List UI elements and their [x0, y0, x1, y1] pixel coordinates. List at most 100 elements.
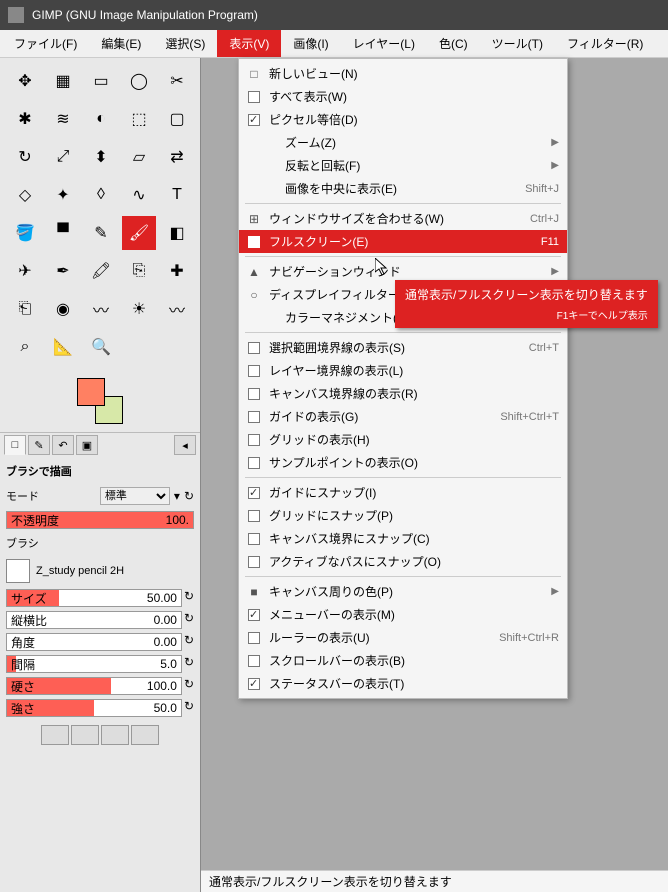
mypaint-icon[interactable]: 🖍 [84, 254, 118, 288]
move-icon[interactable]: ✥ [8, 64, 42, 98]
menu-item-label: メニューバーの表示(M) [263, 606, 559, 623]
paintbrush-icon[interactable]: 🖌 [122, 216, 156, 250]
text-icon[interactable]: T [160, 178, 194, 212]
dodge-icon[interactable]: ☀ [122, 292, 156, 326]
tab-tool-options[interactable]: □ [4, 435, 26, 455]
menu-item-16[interactable]: キャンバス境界線の表示(R) [239, 382, 567, 405]
clone-icon[interactable]: ⎘ [122, 254, 156, 288]
blur-icon[interactable]: ◉ [46, 292, 80, 326]
bucket-icon[interactable]: 🪣 [8, 216, 42, 250]
menu-1[interactable]: 編集(E) [89, 30, 153, 57]
menu-item-5[interactable]: 画像を中央に表示(E)Shift+J [239, 177, 567, 200]
menu-item-4[interactable]: 反転と回転(F)▶ [239, 154, 567, 177]
opacity-slider[interactable]: 不透明度 100. [6, 511, 194, 529]
menu-item-24[interactable]: アクティブなパスにスナップ(O) [239, 550, 567, 573]
tab-images[interactable]: ▣ [76, 435, 98, 455]
menu-item-3[interactable]: ズーム(Z)▶ [239, 131, 567, 154]
color-select-icon[interactable]: ⬚ [122, 102, 156, 136]
delete-preset-icon[interactable] [101, 725, 129, 745]
path-icon[interactable]: 〰 [160, 292, 194, 326]
crop-icon[interactable]: ▢ [160, 102, 194, 136]
angle-reset-icon[interactable]: ↻ [184, 633, 194, 651]
measure-icon[interactable]: 📐 [46, 330, 80, 364]
menu-3[interactable]: 表示(V) [217, 30, 281, 57]
rect-select-icon[interactable]: ▭ [84, 64, 118, 98]
reset-all-icon[interactable] [131, 725, 159, 745]
warp-icon[interactable]: ∿ [122, 178, 156, 212]
menu-item-23[interactable]: キャンバス境界にスナップ(C) [239, 527, 567, 550]
menu-5[interactable]: レイヤー(L) [341, 30, 427, 57]
menu-item-17[interactable]: ガイドの表示(G)Shift+Ctrl+T [239, 405, 567, 428]
menu-item-8[interactable]: フルスクリーン(E)F11 [239, 230, 567, 253]
menu-item-15[interactable]: レイヤー境界線の表示(L) [239, 359, 567, 382]
save-preset-icon[interactable] [41, 725, 69, 745]
fg-color-swatch[interactable] [77, 378, 105, 406]
scale-icon[interactable]: ⤢ [46, 140, 80, 174]
menu-item-22[interactable]: グリッドにスナップ(P) [239, 504, 567, 527]
menu-item-29[interactable]: スクロールバーの表示(B) [239, 649, 567, 672]
free-select-icon[interactable]: ✂ [160, 64, 194, 98]
mode-reset-icon[interactable]: ↻ [184, 489, 194, 503]
spacing-reset-icon[interactable]: ↻ [184, 655, 194, 673]
menu-item-30[interactable]: ステータスバーの表示(T) [239, 672, 567, 695]
menu-7[interactable]: ツール(T) [480, 30, 555, 57]
handle-transform-icon[interactable]: ✦ [46, 178, 80, 212]
brush-preview[interactable] [6, 559, 30, 583]
hardness-reset-icon[interactable]: ↻ [184, 677, 194, 695]
rotate-icon[interactable]: ↻ [8, 140, 42, 174]
menu-6[interactable]: 色(C) [427, 30, 480, 57]
ellipse-select-icon[interactable]: ◯ [122, 64, 156, 98]
airbrush-icon[interactable]: ✈ [8, 254, 42, 288]
menu-item-14[interactable]: 選択範囲境界線の表示(S)Ctrl+T [239, 336, 567, 359]
shear-icon[interactable]: ⬍ [84, 140, 118, 174]
menu-item-7[interactable]: ⊞ウィンドウサイズを合わせる(W)Ctrl+J [239, 207, 567, 230]
size-reset-icon[interactable]: ↻ [184, 589, 194, 607]
menu-8[interactable]: フィルター(R) [555, 30, 655, 57]
smudge-icon[interactable]: 〰 [84, 292, 118, 326]
gradient-icon[interactable]: ▀ [46, 216, 80, 250]
scissors-icon[interactable]: ≋ [46, 102, 80, 136]
force-reset-icon[interactable]: ↻ [184, 699, 194, 717]
aspect-reset-icon[interactable]: ↻ [184, 611, 194, 629]
size-slider[interactable]: サイズ50.00 [6, 589, 182, 607]
mode-select[interactable]: 標準 [100, 487, 170, 505]
menu-item-28[interactable]: ルーラーの表示(U)Shift+Ctrl+R [239, 626, 567, 649]
menu-item-2[interactable]: ピクセル等倍(D) [239, 108, 567, 131]
fuzzy-select-icon[interactable]: ✱ [8, 102, 42, 136]
menu-4[interactable]: 画像(I) [281, 30, 340, 57]
unified-transform-icon[interactable]: ◇ [8, 178, 42, 212]
hardness-slider[interactable]: 硬さ100.0 [6, 677, 182, 695]
force-slider[interactable]: 強さ50.0 [6, 699, 182, 717]
foreground-select-icon[interactable]: ◐ [84, 102, 118, 136]
zoom-icon[interactable]: 🔍 [84, 330, 118, 364]
cage-icon[interactable]: ◊ [84, 178, 118, 212]
color-picker-icon[interactable]: ⌕ [8, 330, 42, 364]
tab-device[interactable]: ✎ [28, 435, 50, 455]
menu-item-21[interactable]: ガイドにスナップ(I) [239, 481, 567, 504]
angle-slider[interactable]: 角度0.00 [6, 633, 182, 651]
menu-item-1[interactable]: すべて表示(W) [239, 85, 567, 108]
menu-2[interactable]: 選択(S) [153, 30, 217, 57]
heal-icon[interactable]: ✚ [160, 254, 194, 288]
pencil-icon[interactable]: ✎ [84, 216, 118, 250]
mode-chevron-icon[interactable]: ▾ [174, 489, 180, 503]
perspective-icon[interactable]: ▱ [122, 140, 156, 174]
restore-preset-icon[interactable] [71, 725, 99, 745]
spacing-slider[interactable]: 間隔5.0 [6, 655, 182, 673]
flip-icon[interactable]: ⇄ [160, 140, 194, 174]
menu-item-0[interactable]: □新しいビュー(N) [239, 62, 567, 85]
shortcut: Shift+Ctrl+T [500, 411, 559, 423]
tab-undo[interactable]: ↶ [52, 435, 74, 455]
tab-menu-icon[interactable]: ◂ [174, 435, 196, 455]
menu-item-19[interactable]: サンプルポイントの表示(O) [239, 451, 567, 474]
color-well[interactable] [0, 370, 200, 432]
perspective-clone-icon[interactable]: ⎗ [8, 292, 42, 326]
menu-item-18[interactable]: グリッドの表示(H) [239, 428, 567, 451]
ink-icon[interactable]: ✒ [46, 254, 80, 288]
aspect-slider[interactable]: 縦横比0.00 [6, 611, 182, 629]
align-icon[interactable]: ▦ [46, 64, 80, 98]
menu-item-26[interactable]: ■キャンバス周りの色(P)▶ [239, 580, 567, 603]
menu-item-27[interactable]: メニューバーの表示(M) [239, 603, 567, 626]
eraser-icon[interactable]: ◧ [160, 216, 194, 250]
menu-0[interactable]: ファイル(F) [2, 30, 89, 57]
